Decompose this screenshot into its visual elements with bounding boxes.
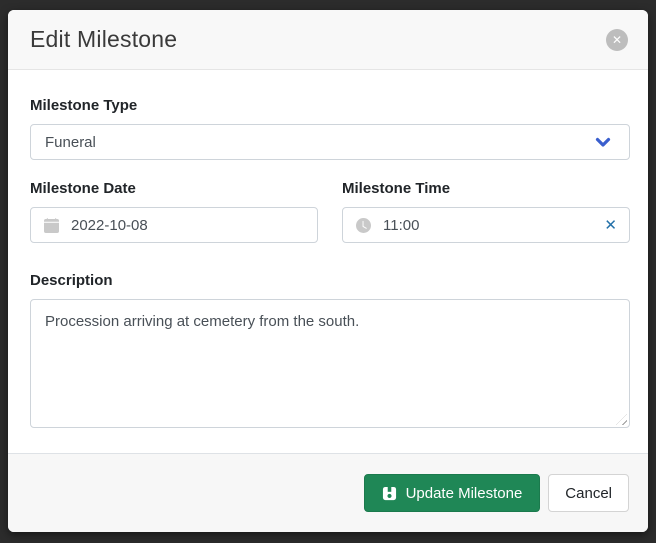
description-textarea[interactable]: Procession arriving at cemetery from the…	[30, 299, 630, 428]
milestone-time-control: ✕	[342, 207, 630, 243]
close-glyph: ✕	[612, 34, 622, 46]
calendar-icon	[44, 218, 59, 233]
modal-title: Edit Milestone	[30, 26, 177, 53]
milestone-type-select[interactable]: Funeral	[30, 124, 630, 160]
modal-header: Edit Milestone ✕	[8, 10, 648, 70]
date-time-row: Milestone Date Milestone Time	[30, 180, 630, 243]
modal-body: Milestone Type Funeral Milestone Date	[8, 70, 648, 453]
edit-milestone-modal: Edit Milestone ✕ Milestone Type Funeral …	[8, 10, 648, 532]
milestone-date-label: Milestone Date	[30, 180, 318, 197]
save-icon	[382, 486, 397, 501]
milestone-time-group: Milestone Time ✕	[342, 180, 630, 243]
milestone-date-control	[30, 207, 318, 243]
milestone-time-label: Milestone Time	[342, 180, 630, 197]
milestone-time-input[interactable]	[383, 208, 598, 242]
description-wrap: Procession arriving at cemetery from the…	[30, 299, 630, 428]
update-milestone-label: Update Milestone	[406, 485, 523, 502]
modal-backdrop: Edit Milestone ✕ Milestone Type Funeral …	[0, 0, 656, 543]
milestone-type-label: Milestone Type	[30, 97, 630, 114]
milestone-type-value: Funeral	[45, 134, 96, 151]
update-milestone-button[interactable]: Update Milestone	[364, 474, 541, 512]
clear-x-icon[interactable]: ✕	[598, 218, 617, 233]
description-label: Description	[30, 272, 630, 289]
milestone-date-group: Milestone Date	[30, 180, 318, 243]
modal-footer: Update Milestone Cancel	[8, 453, 648, 532]
milestone-date-input[interactable]	[71, 208, 305, 242]
description-group: Description Procession arriving at cemet…	[30, 272, 630, 428]
chevron-down-icon	[595, 134, 611, 150]
cancel-label: Cancel	[565, 485, 612, 502]
cancel-button[interactable]: Cancel	[548, 474, 629, 512]
close-icon[interactable]: ✕	[606, 29, 628, 51]
clock-icon	[356, 218, 371, 233]
